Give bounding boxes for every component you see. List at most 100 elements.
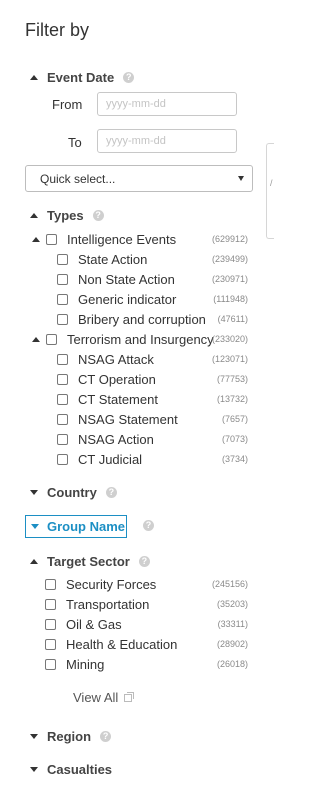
sector-item-label: Oil & Gas <box>66 616 122 632</box>
sector-item-label: Mining <box>66 656 105 672</box>
help-icon[interactable]: ? <box>105 486 117 498</box>
target-sector-label: Target Sector <box>47 553 130 569</box>
type-group-terrorism-and-insurgency[interactable]: Terrorism and Insurgency <box>32 330 214 348</box>
from-label: From <box>52 97 83 112</box>
type-item-nsag-statement[interactable]: NSAG Statement <box>57 410 178 428</box>
type-item-count: (3734) <box>221 454 248 464</box>
checkbox[interactable] <box>57 293 68 305</box>
help-icon[interactable]: ? <box>123 71 135 83</box>
type-item-label: NSAG Attack <box>78 351 154 367</box>
sector-item-oil-and-gas[interactable]: Oil & Gas <box>45 615 122 633</box>
region-label: Region <box>47 728 92 744</box>
country-header[interactable]: Country ? <box>30 483 117 501</box>
checkbox[interactable] <box>57 393 68 405</box>
region-header[interactable]: Region ? <box>30 727 112 745</box>
checkbox[interactable] <box>57 313 68 325</box>
sector-item-mining[interactable]: Mining <box>45 655 104 673</box>
sector-item-count: (28902) <box>216 639 248 649</box>
type-item-ct-statement[interactable]: CT Statement <box>57 390 158 408</box>
type-item-nsag-action[interactable]: NSAG Action <box>57 430 154 448</box>
expand-caret-icon <box>31 524 39 529</box>
type-group-label: Intelligence Events <box>67 231 177 247</box>
type-item-label: NSAG Statement <box>78 411 178 427</box>
checkbox[interactable] <box>45 578 56 590</box>
quick-select-dropdown[interactable]: Quick select... <box>25 165 253 192</box>
collapse-caret-icon[interactable] <box>32 236 40 242</box>
checkbox[interactable] <box>57 273 68 285</box>
type-item-label: CT Operation <box>78 371 156 387</box>
to-date-input[interactable] <box>97 129 237 153</box>
type-item-count: (123071) <box>211 354 248 364</box>
sector-item-count: (35203) <box>216 599 248 609</box>
checkbox[interactable] <box>57 433 68 445</box>
group-name-label: Group Name <box>47 519 126 534</box>
checkbox[interactable] <box>57 253 68 265</box>
checkbox[interactable] <box>57 453 68 465</box>
sector-item-count: (245156) <box>211 579 248 589</box>
type-item-label: State Action <box>78 251 148 267</box>
type-item-count: (111948) <box>213 294 248 304</box>
view-all-label: View All <box>73 690 119 705</box>
casualties-label: Casualties <box>47 761 113 777</box>
type-group-intelligence-events[interactable]: Intelligence Events <box>32 230 176 248</box>
type-item-nsag-attack[interactable]: NSAG Attack <box>57 350 154 368</box>
checkbox[interactable] <box>46 333 57 345</box>
type-item-count: (239499) <box>211 254 248 264</box>
sector-item-security-forces[interactable]: Security Forces <box>45 575 156 593</box>
type-item-bribery-and-corruption[interactable]: Bribery and corruption <box>57 310 206 328</box>
sector-item-transportation[interactable]: Transportation <box>45 595 149 613</box>
group-name-header[interactable]: Group Name <box>25 515 127 538</box>
help-icon[interactable]: ? <box>143 520 154 531</box>
type-item-label: Bribery and corruption <box>78 311 206 327</box>
help-icon[interactable]: ? <box>92 209 104 221</box>
checkbox[interactable] <box>45 638 56 650</box>
sector-item-label: Security Forces <box>66 576 157 592</box>
type-item-label: NSAG Action <box>78 431 154 447</box>
type-item-non-state-action[interactable]: Non State Action <box>57 270 175 288</box>
side-panel-edge <box>266 143 274 239</box>
type-item-count: (230971) <box>211 274 248 284</box>
external-link-icon <box>124 691 135 702</box>
checkbox[interactable] <box>45 658 56 670</box>
types-header[interactable]: Types ? <box>30 206 104 224</box>
checkbox[interactable] <box>57 413 68 425</box>
type-item-label: Non State Action <box>78 271 175 287</box>
help-icon[interactable]: ? <box>138 555 150 567</box>
sector-item-label: Transportation <box>66 596 150 612</box>
collapse-caret-icon <box>30 212 38 218</box>
sector-item-health-and-education[interactable]: Health & Education <box>45 635 177 653</box>
type-item-count: (47611) <box>217 314 248 324</box>
sector-item-count: (33311) <box>217 619 248 629</box>
panel-title: Filter by <box>25 20 90 40</box>
target-sector-header[interactable]: Target Sector ? <box>30 552 150 570</box>
collapse-caret-icon[interactable] <box>32 336 40 342</box>
type-item-ct-operation[interactable]: CT Operation <box>57 370 156 388</box>
checkbox[interactable] <box>57 373 68 385</box>
dropdown-arrow-icon <box>238 176 244 181</box>
type-item-count: (7073) <box>221 434 248 444</box>
side-panel-glyph: / <box>270 178 273 188</box>
checkbox[interactable] <box>57 353 68 365</box>
checkbox[interactable] <box>45 618 56 630</box>
casualties-header[interactable]: Casualties <box>30 760 112 778</box>
type-item-label: CT Judicial <box>78 451 143 467</box>
type-item-generic-indicator[interactable]: Generic indicator <box>57 290 176 308</box>
event-date-header[interactable]: Event Date ? <box>30 68 135 86</box>
type-item-label: Generic indicator <box>78 291 177 307</box>
type-item-state-action[interactable]: State Action <box>57 250 147 268</box>
sector-item-label: Health & Education <box>66 636 178 652</box>
view-all-link[interactable]: View All <box>73 690 135 705</box>
type-item-ct-judicial[interactable]: CT Judicial <box>57 450 142 468</box>
event-date-label: Event Date <box>47 69 115 85</box>
help-icon[interactable]: ? <box>100 730 112 742</box>
country-label: Country <box>47 484 97 500</box>
collapse-caret-icon <box>30 74 38 80</box>
collapse-caret-icon <box>30 558 38 564</box>
expand-caret-icon <box>30 766 38 772</box>
expand-caret-icon <box>30 733 38 739</box>
checkbox[interactable] <box>45 598 56 610</box>
from-date-input[interactable] <box>97 92 237 116</box>
checkbox[interactable] <box>46 233 57 245</box>
type-item-label: CT Statement <box>78 391 158 407</box>
type-group-count: (629912) <box>211 234 248 244</box>
